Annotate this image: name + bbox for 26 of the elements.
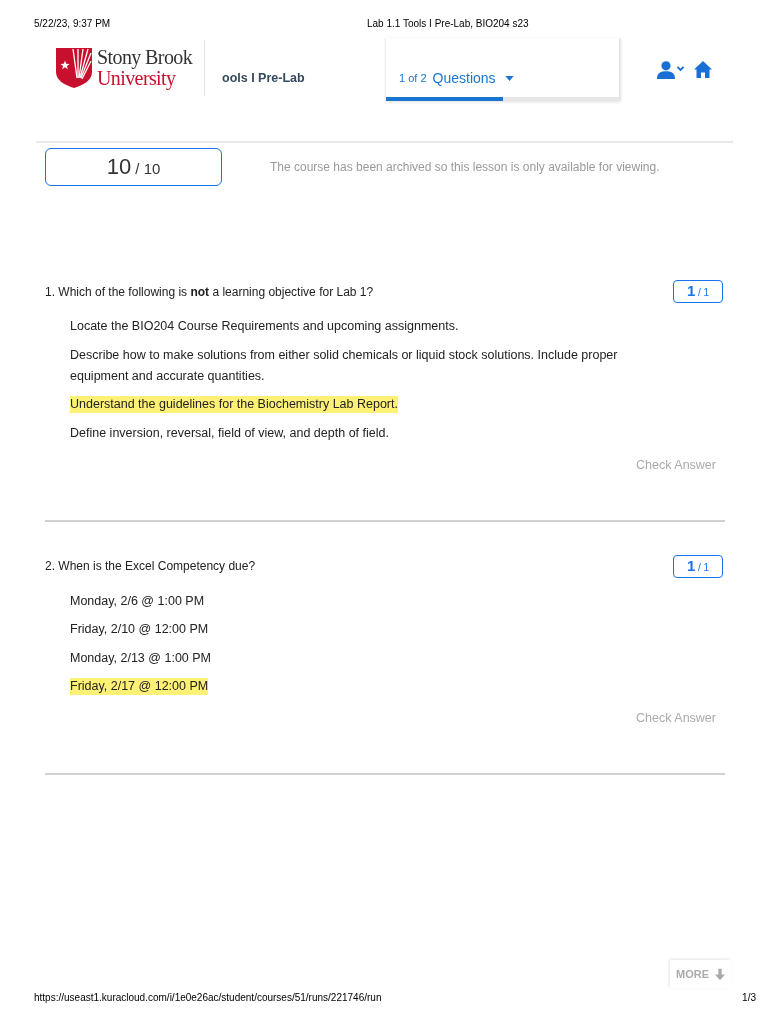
answer-option[interactable]: Understand the guidelines for the Biochemistry Lab Report. — [70, 394, 398, 415]
page-number: 1/3 — [742, 992, 756, 1004]
archived-notice: The course has been archived so this lesson is only available for viewing. — [270, 160, 660, 174]
answer-option[interactable]: Locate the BIO204 Course Requirements and upcoming assignments. — [70, 316, 459, 337]
score-display: 10 / 10 — [45, 148, 222, 186]
answer-option[interactable]: Friday, 2/10 @ 12:00 PM — [70, 619, 209, 640]
shield-logo-icon — [56, 48, 92, 88]
answer-option[interactable]: Define inversion, reversal, field of view, and depth of field. — [70, 422, 389, 444]
question-prompt: 2. When is the Excel Competency due? — [45, 559, 256, 573]
question-score: 1 / 1 — [673, 554, 723, 578]
lesson-title: ools I Pre-Lab — [222, 70, 306, 85]
caret-icon — [504, 75, 514, 81]
home-icon[interactable] — [694, 61, 712, 78]
print-date: 5/22/23, 9:37 PM — [34, 18, 112, 31]
print-url: https://useast1.kuracloud.com/i/1e0e26ac/student/courses/51/runs/221746/run — [34, 992, 382, 1004]
user-menu-icon[interactable] — [657, 60, 685, 79]
question-score: 1 / 1 — [673, 280, 723, 303]
questions-dropdown[interactable]: 1 of 2 Questions — [386, 65, 514, 91]
answer-option[interactable]: Friday, 2/17 @ 12:00 PM — [70, 676, 209, 697]
answer-option[interactable]: Monday, 2/13 @ 1:00 PM — [70, 647, 211, 669]
print-title: Lab 1.1 Tools I Pre-Lab, BIO204 s23 — [367, 18, 529, 31]
answer-option[interactable]: Monday, 2/6 @ 1:00 PM — [70, 590, 205, 612]
logo-wordmark: Stony Brook University — [97, 47, 193, 89]
question-prompt: 1. Which of the following is not a learning objective for Lab 1? — [45, 284, 374, 299]
answer-option[interactable]: Describe how to make solutions from either solid chemicals or liquid stock solutions. Include proper equipment and accurate quantities. — [70, 344, 650, 387]
arrow-down-icon — [715, 967, 725, 981]
